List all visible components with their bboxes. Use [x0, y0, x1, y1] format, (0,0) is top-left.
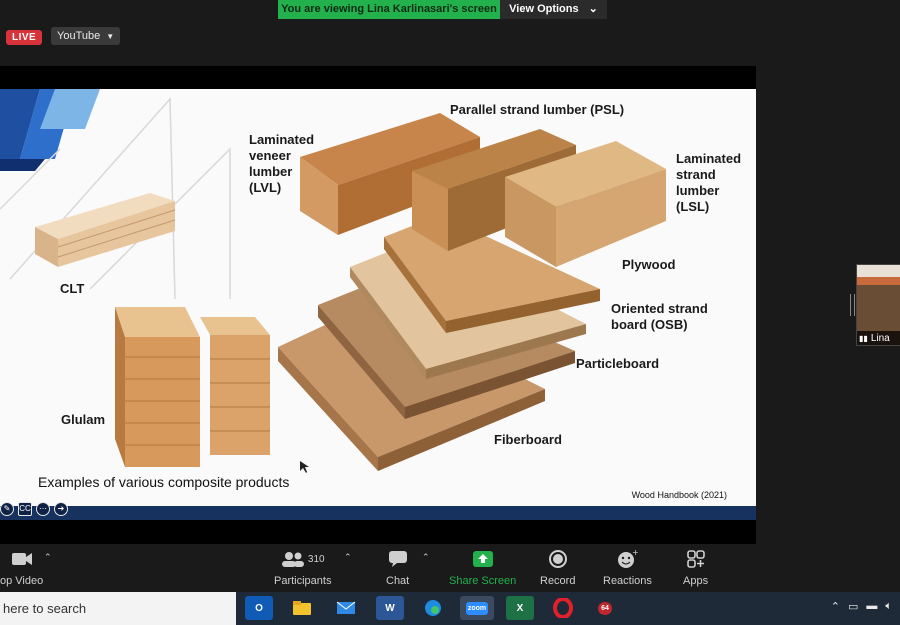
label-lvl: Laminated veneer lumber (LVL)	[249, 132, 315, 195]
stream-target-label: YouTube	[57, 30, 101, 42]
volume-icon[interactable]: 🔈︎	[885, 600, 892, 613]
video-camera-icon	[10, 548, 34, 570]
caret-down-icon: ▼	[106, 31, 115, 41]
chat-caret-icon[interactable]: ⌃	[422, 552, 430, 563]
apps-button[interactable]: Apps	[683, 548, 708, 587]
app-64-badge: 64	[598, 601, 612, 615]
view-options-button[interactable]: View Options ⌄	[500, 0, 607, 19]
video-options-caret-icon[interactable]: ⌃	[44, 552, 52, 563]
more-icon[interactable]: ⋯	[36, 502, 50, 516]
zoom-app-label: zoom	[465, 601, 489, 615]
label-lsl: Laminated strand lumber (LSL)	[676, 151, 742, 214]
record-button[interactable]: Record	[540, 548, 575, 587]
slide-caption: Examples of various composite products	[38, 474, 290, 490]
label-particleboard: Particleboard	[576, 356, 660, 371]
reactions-button[interactable]: + Reactions	[603, 548, 652, 587]
app-64-icon[interactable]: 64	[591, 596, 619, 620]
clt-panel-image	[35, 193, 176, 267]
thumbnail-band	[857, 277, 900, 285]
presentation-controls: ✎ CC ⋯ ➔	[0, 502, 68, 516]
windows-taskbar: here to search O W zoom X 64 ⌃ ▭ ▬ 🔈︎	[0, 592, 900, 625]
stop-video-label: op Video	[0, 575, 44, 587]
chevron-down-icon: ⌄	[588, 3, 598, 15]
shared-screen: Parallel strand lumber (PSL) Laminated v…	[0, 66, 756, 544]
next-slide-icon[interactable]: ➔	[54, 502, 68, 516]
outlook-app-icon[interactable]: O	[245, 596, 273, 620]
live-badge[interactable]: LIVE	[6, 30, 43, 45]
chat-bubble-icon	[387, 548, 409, 570]
thumbnail-header	[857, 265, 900, 277]
reactions-label: Reactions	[603, 575, 652, 587]
svg-text:+: +	[632, 549, 638, 557]
label-fiberboard: Fiberboard	[494, 432, 562, 447]
label-psl: Parallel strand lumber (PSL)	[450, 102, 625, 117]
mouse-cursor-icon	[300, 461, 309, 473]
word-app-icon[interactable]: W	[376, 596, 404, 620]
system-tray: ⌃ ▭ ▬ 🔈︎	[831, 600, 892, 613]
battery-icon[interactable]: ▬	[866, 600, 877, 613]
taskbar-search-box[interactable]: here to search	[0, 592, 236, 625]
label-clt: CLT	[60, 281, 85, 296]
screen-share-banner: You are viewing Lina Karlinasari's scree…	[278, 0, 607, 19]
label-plywood: Plywood	[622, 257, 676, 272]
corner-shape-base	[0, 159, 45, 171]
share-screen-button[interactable]: Share Screen	[449, 548, 516, 587]
apps-label: Apps	[683, 575, 709, 587]
viewing-notice: You are viewing Lina Karlinasari's scree…	[278, 0, 500, 19]
excel-app-icon[interactable]: X	[506, 596, 534, 620]
network-icon[interactable]: ▭	[848, 600, 858, 613]
participant-thumbnail[interactable]: ▮▮ Lina	[856, 264, 900, 346]
share-screen-label: Share Screen	[449, 575, 517, 587]
signal-bars-icon: ▮▮	[859, 333, 868, 343]
pen-icon[interactable]: ✎	[0, 502, 14, 516]
apps-icon	[686, 548, 706, 570]
participants-label: Participants	[274, 575, 332, 587]
glulam-image	[115, 307, 270, 467]
participants-icon	[281, 552, 304, 567]
zoom-app-icon[interactable]: zoom	[460, 596, 494, 620]
chat-button[interactable]: Chat	[386, 548, 409, 587]
participants-count: 310	[307, 553, 325, 565]
participant-name-bar: ▮▮ Lina	[857, 331, 900, 345]
stream-target-dropdown[interactable]: YouTube ▼	[51, 27, 121, 45]
closed-caption-button[interactable]: CC	[18, 502, 32, 516]
participants-button[interactable]: 310 Participants	[274, 548, 331, 587]
participants-caret-icon[interactable]: ⌃	[344, 552, 352, 563]
label-osb: Oriented strand board (OSB)	[611, 301, 708, 332]
record-icon	[548, 548, 568, 570]
tray-chevron-up-icon[interactable]: ⌃	[831, 600, 840, 613]
slide-artwork	[0, 89, 666, 473]
file-explorer-icon[interactable]	[288, 596, 316, 620]
stop-video-button[interactable]: op Video	[0, 548, 43, 587]
meeting-toolbar: op Video ⌃ 310 Participants ⌃ Chat ⌃ Sha…	[0, 544, 900, 592]
presentation-slide: Parallel strand lumber (PSL) Laminated v…	[0, 89, 756, 506]
share-screen-icon	[472, 548, 494, 570]
mail-app-icon[interactable]	[332, 596, 360, 620]
record-label: Record	[540, 575, 576, 587]
edge-browser-icon[interactable]	[419, 596, 447, 620]
opera-browser-icon[interactable]	[549, 596, 577, 620]
smiley-plus-icon: +	[616, 548, 638, 570]
label-glulam: Glulam	[61, 412, 106, 427]
slide-footer-bar	[0, 506, 756, 520]
panel-resize-handle[interactable]	[850, 294, 855, 316]
view-options-label: View Options	[509, 3, 579, 15]
participant-name: Lina	[870, 332, 890, 344]
chat-label: Chat	[386, 575, 410, 587]
slide-source: Wood Handbook (2021)	[631, 490, 727, 500]
